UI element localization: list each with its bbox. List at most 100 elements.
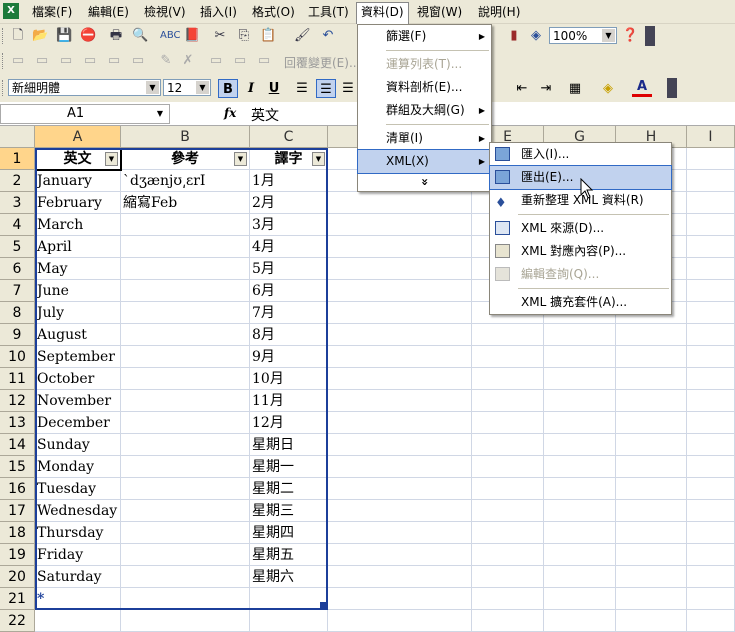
prev-comment-icon[interactable]: ▭ (58, 53, 74, 69)
cell[interactable] (472, 566, 544, 588)
chevron-down-icon[interactable]: ▼ (196, 81, 209, 94)
cell[interactable] (687, 500, 735, 522)
row-header[interactable]: 19 (0, 544, 35, 566)
row-header[interactable]: 20 (0, 566, 35, 588)
formula-content[interactable]: 英文 (251, 105, 279, 125)
italic-button[interactable]: I (241, 79, 261, 98)
cell[interactable] (121, 610, 250, 632)
table-cell[interactable]: 10月 (250, 368, 328, 390)
cell[interactable] (328, 610, 472, 632)
toolbar-grip[interactable] (2, 80, 6, 96)
cell[interactable] (328, 302, 472, 324)
reply-changes-button[interactable]: 回覆變更(E)... (284, 54, 360, 71)
table-cell[interactable]: 11月 (250, 390, 328, 412)
resize-handle[interactable] (320, 602, 326, 608)
xml-expansion-packs[interactable]: XML 擴充套件(A)... (490, 291, 671, 314)
table-cell[interactable]: 星期六 (250, 566, 328, 588)
table-cell[interactable]: 縮寫Feb (121, 192, 250, 214)
excel-app-icon[interactable]: X (3, 3, 19, 19)
cell[interactable] (616, 368, 687, 390)
table-cell[interactable]: May (35, 258, 121, 280)
table-cell[interactable] (121, 258, 250, 280)
table-cell[interactable]: June (35, 280, 121, 302)
table-cell[interactable]: 5月 (250, 258, 328, 280)
toolbar-options-icon[interactable] (667, 78, 677, 98)
cell[interactable] (328, 456, 472, 478)
cell[interactable] (544, 566, 616, 588)
undo-icon[interactable]: ↶ (320, 28, 336, 44)
ink-icon[interactable]: ▭ (208, 53, 224, 69)
help-icon[interactable]: ❓ (622, 28, 638, 44)
cell[interactable] (687, 236, 735, 258)
open-icon[interactable]: 📂 (32, 28, 48, 44)
cell[interactable] (328, 412, 472, 434)
table-cell[interactable] (121, 434, 250, 456)
cell[interactable] (616, 434, 687, 456)
table-cell[interactable]: July (35, 302, 121, 324)
cell[interactable] (687, 258, 735, 280)
cell[interactable] (687, 610, 735, 632)
cell[interactable] (616, 478, 687, 500)
autofilter-dropdown-icon[interactable]: ▼ (105, 152, 118, 166)
cell[interactable] (328, 588, 472, 610)
permission-icon[interactable]: ⛔ (80, 28, 96, 44)
cut-icon[interactable]: ✂ (212, 28, 228, 44)
table-cell[interactable]: Sunday (35, 434, 121, 456)
row-header[interactable]: 14 (0, 434, 35, 456)
cell[interactable] (328, 214, 472, 236)
table-cell[interactable] (121, 544, 250, 566)
table-cell[interactable]: 9月 (250, 346, 328, 368)
data-menu-group-outline[interactable]: 群組及大綱(G) ▶ (358, 99, 491, 122)
table-cell[interactable] (121, 412, 250, 434)
cell[interactable] (544, 478, 616, 500)
cell[interactable] (544, 368, 616, 390)
cell[interactable] (544, 610, 616, 632)
row-header[interactable]: 4 (0, 214, 35, 236)
cell[interactable] (472, 346, 544, 368)
function-icon[interactable]: fx (224, 106, 236, 120)
cell[interactable] (616, 522, 687, 544)
table-cell[interactable] (121, 368, 250, 390)
table-cell[interactable]: January (35, 170, 121, 192)
cell[interactable] (687, 214, 735, 236)
menu-expand-chevron[interactable]: » (358, 173, 491, 191)
table-cell[interactable]: March (35, 214, 121, 236)
cell[interactable] (687, 544, 735, 566)
menu-insert[interactable]: 插入(I) (196, 3, 241, 21)
row-header[interactable]: 22 (0, 610, 35, 632)
cell[interactable] (544, 324, 616, 346)
cell[interactable] (472, 434, 544, 456)
underline-button[interactable]: U (264, 79, 284, 98)
row-header[interactable]: 1 (0, 148, 35, 170)
next-comment-icon[interactable]: ▭ (82, 53, 98, 69)
toolbar-options-icon[interactable] (645, 26, 655, 46)
save-icon[interactable]: 💾 (56, 28, 72, 44)
row-header[interactable]: 3 (0, 192, 35, 214)
table-cell[interactable]: December (35, 412, 121, 434)
cell[interactable] (328, 500, 472, 522)
cell[interactable] (687, 192, 735, 214)
cell[interactable] (544, 588, 616, 610)
table-cell[interactable]: 7月 (250, 302, 328, 324)
cell[interactable] (687, 324, 735, 346)
format-painter-icon[interactable]: 🖌 (294, 28, 311, 44)
menu-help[interactable]: 說明(H) (474, 3, 524, 21)
spelling-icon[interactable]: ABC (160, 28, 181, 44)
table-cell[interactable]: Friday (35, 544, 121, 566)
row-header[interactable]: 2 (0, 170, 35, 192)
cell[interactable] (328, 368, 472, 390)
cell[interactable] (687, 434, 735, 456)
drawing-icon[interactable]: ◈ (528, 28, 544, 44)
row-header[interactable]: 16 (0, 478, 35, 500)
cell[interactable] (328, 434, 472, 456)
chevron-down-icon[interactable]: ▼ (146, 81, 159, 94)
cell[interactable] (544, 522, 616, 544)
cell[interactable] (544, 346, 616, 368)
xml-import[interactable]: 匯入(I)... (490, 143, 671, 166)
table-cell[interactable]: 1月 (250, 170, 328, 192)
row-header[interactable]: 15 (0, 456, 35, 478)
cell[interactable] (616, 500, 687, 522)
toolbar-grip[interactable] (2, 53, 6, 69)
row-header[interactable]: 6 (0, 258, 35, 280)
row-header[interactable]: 12 (0, 390, 35, 412)
